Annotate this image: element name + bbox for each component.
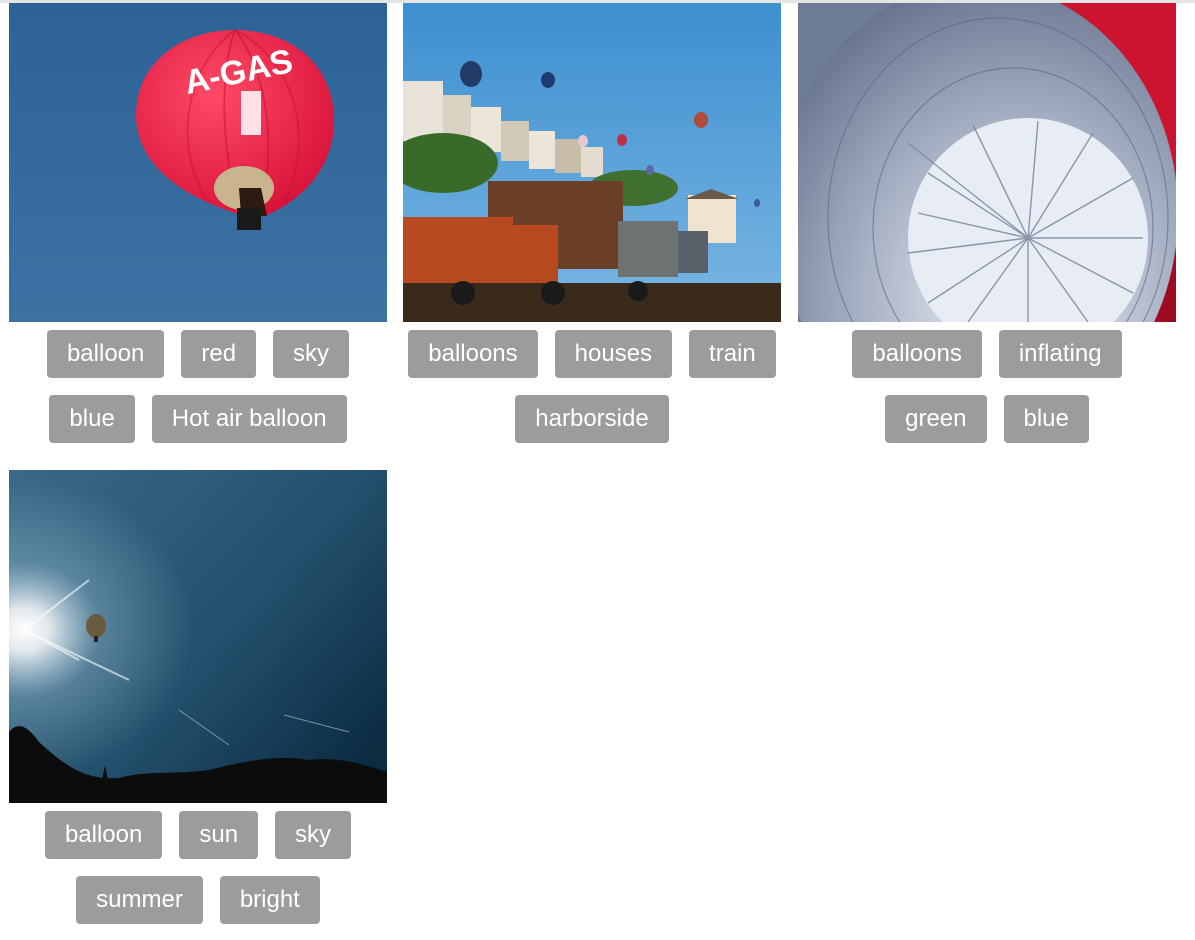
tag-button-bright[interactable]: bright xyxy=(219,876,320,924)
tag-list: balloons houses train harborside xyxy=(403,322,781,443)
tag-button-hot-air-balloon[interactable]: Hot air balloon xyxy=(151,395,347,443)
gallery-card-1: A-GAS balloon red sky blue Hot air balloon xyxy=(9,3,387,443)
red-hot-air-balloon-photo[interactable]: A-GAS xyxy=(9,3,387,322)
tag-button-houses[interactable]: houses xyxy=(554,330,673,378)
tag-button-inflating[interactable]: inflating xyxy=(998,330,1122,378)
tag-button-train[interactable]: train xyxy=(689,330,776,378)
tag-button-blue[interactable]: blue xyxy=(1003,395,1089,443)
tag-button-green[interactable]: green xyxy=(885,395,987,443)
tag-list: balloon sun sky summer bright xyxy=(9,803,387,924)
tag-button-sky[interactable]: sky xyxy=(273,330,350,378)
tag-list: balloons inflating green blue xyxy=(798,322,1176,443)
tag-button-red[interactable]: red xyxy=(181,330,257,378)
tag-button-balloons[interactable]: balloons xyxy=(852,330,982,378)
tag-button-balloons[interactable]: balloons xyxy=(408,330,538,378)
tag-button-summer[interactable]: summer xyxy=(76,876,203,924)
tag-button-balloon[interactable]: balloon xyxy=(44,811,163,859)
gallery-card-2: balloons houses train harborside xyxy=(403,3,781,443)
balloon-sun-sky-photo[interactable] xyxy=(9,470,387,803)
inflating-balloons-photo[interactable] xyxy=(798,3,1176,322)
tag-button-balloon[interactable]: balloon xyxy=(46,330,165,378)
tag-button-sky[interactable]: sky xyxy=(275,811,352,859)
gallery-card-4: balloon sun sky summer bright xyxy=(9,470,387,924)
tag-button-harborside[interactable]: harborside xyxy=(515,395,669,443)
tag-list: balloon red sky blue Hot air balloon xyxy=(9,322,387,443)
gallery-card-3: balloons inflating green blue xyxy=(798,3,1176,443)
tag-button-blue[interactable]: blue xyxy=(49,395,135,443)
tag-button-sun[interactable]: sun xyxy=(179,811,259,859)
harborside-train-balloons-photo[interactable] xyxy=(403,3,781,322)
